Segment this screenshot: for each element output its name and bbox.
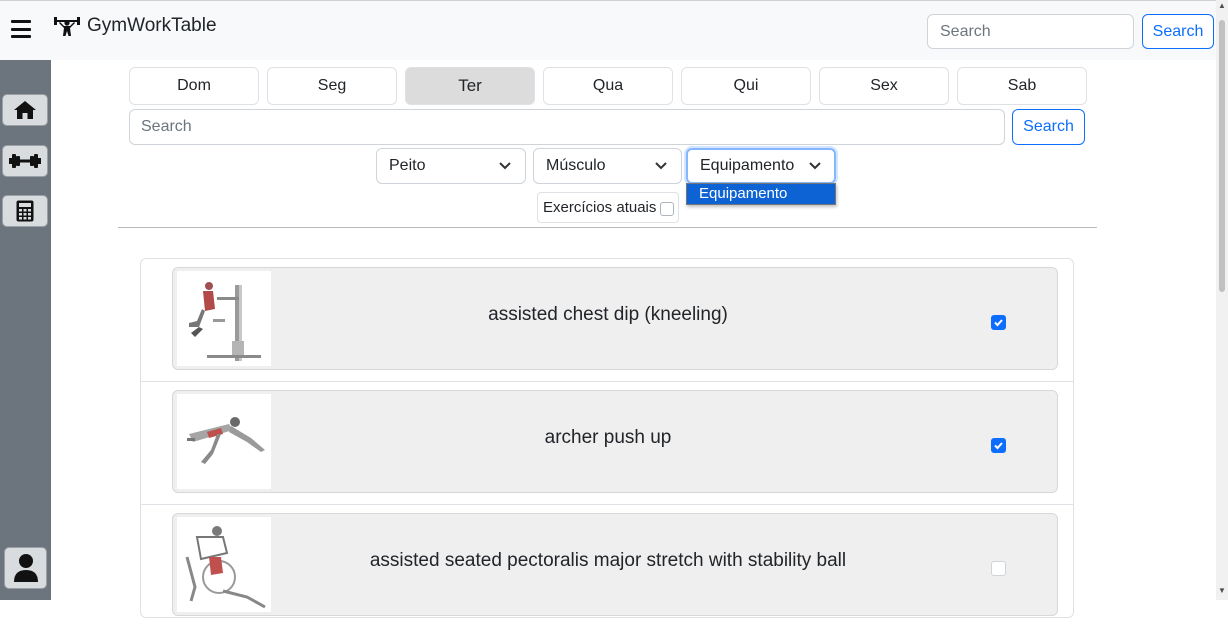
current-exercises-checkbox[interactable] [660,202,674,216]
exercise-checkbox[interactable] [991,315,1006,330]
list-item: assisted seated pectoralis major stretch… [141,505,1073,628]
day-button-sab[interactable]: Sab [957,67,1087,105]
equipment-dropdown-list: Equipamento [686,183,836,205]
list-item: assisted chest dip (kneeling) [141,259,1073,382]
dumbbell-icon [9,154,41,168]
current-exercises-label: Exercícios atuais [543,199,657,216]
day-button-qua[interactable]: Qua [543,67,673,105]
chevron-down-icon [655,162,667,170]
exercise-checkbox[interactable] [991,438,1006,453]
sidebar [0,60,51,600]
scroll-down-arrow-icon[interactable]: ▼ [1218,586,1226,595]
brand[interactable]: GymWorkTable [53,15,217,37]
sidebar-item-workouts[interactable] [2,145,48,177]
divider [118,227,1097,228]
exercise-card[interactable]: archer push up [172,390,1058,493]
top-search-button[interactable]: Search [1142,14,1214,49]
scroll-up-arrow-icon[interactable]: ▲ [1218,1,1226,10]
day-selector: Dom Seg Ter Qua Qui Sex Sab [129,67,1087,105]
exercise-name: archer push up [544,427,672,448]
user-icon [13,554,38,582]
top-navbar: GymWorkTable Search [0,0,1216,60]
sidebar-item-home[interactable] [2,94,48,126]
exercise-checkbox[interactable] [991,561,1006,576]
checkmark-icon [994,442,1003,450]
checkmark-icon [994,319,1003,327]
scroll-thumb[interactable] [1219,20,1225,292]
brand-title: GymWorkTable [87,15,217,36]
exercise-image [177,271,271,366]
chevron-down-icon [809,162,821,170]
body-part-value: Peito [389,157,426,174]
equipment-option[interactable]: Equipamento [687,184,835,204]
exercise-list: assisted chest dip (kneeling) archer pus… [140,258,1074,618]
profile-button[interactable] [4,547,47,589]
chevron-down-icon [499,162,511,170]
exercise-name: assisted chest dip (kneeling) [488,304,728,325]
day-button-qui[interactable]: Qui [681,67,811,105]
muscle-select[interactable]: Músculo [533,148,682,184]
muscle-value: Músculo [546,157,606,174]
exercise-card[interactable]: assisted chest dip (kneeling) [172,267,1058,370]
equipment-select[interactable]: Equipamento [686,148,836,184]
exercise-card[interactable]: assisted seated pectoralis major stretch… [172,513,1058,616]
exercise-search-button[interactable]: Search [1012,109,1085,145]
equipment-value: Equipamento [700,157,795,174]
top-search-input[interactable] [927,14,1134,49]
menu-icon[interactable] [11,20,31,38]
day-button-sex[interactable]: Sex [819,67,949,105]
home-icon [14,101,36,119]
day-button-seg[interactable]: Seg [267,67,397,105]
day-button-dom[interactable]: Dom [129,67,259,105]
calculator-icon [16,200,34,222]
page-scrollbar[interactable]: ▲ ▼ [1216,0,1228,600]
exercise-search-input[interactable] [129,109,1005,145]
list-item: archer push up [141,382,1073,505]
exercise-image [177,394,271,489]
current-exercises-filter[interactable]: Exercícios atuais [537,192,679,223]
day-button-ter[interactable]: Ter [405,67,535,105]
exercise-image [177,517,271,612]
sidebar-item-calculator[interactable] [2,195,48,227]
exercise-name: assisted seated pectoralis major stretch… [369,550,847,571]
weightlifter-icon [54,17,80,36]
body-part-select[interactable]: Peito [376,148,526,184]
